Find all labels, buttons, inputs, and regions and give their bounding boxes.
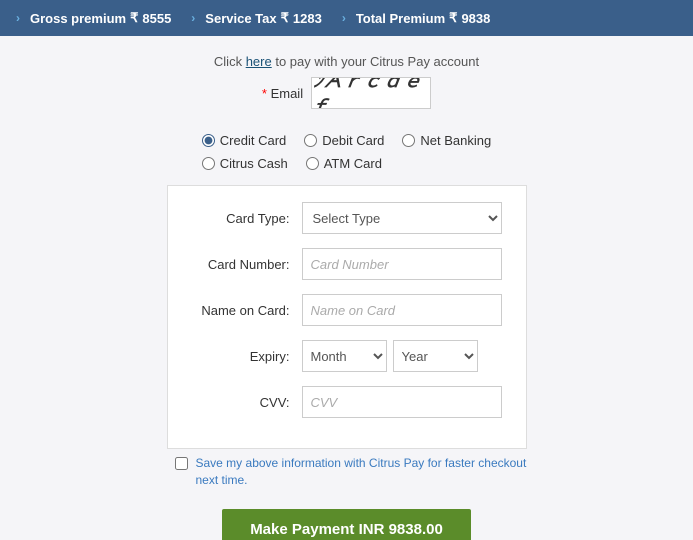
total-premium-currency: ₹ (449, 10, 457, 26)
card-type-label: Card Type: (192, 211, 302, 226)
name-on-card-input[interactable] (302, 294, 502, 326)
atm-card-radio[interactable] (306, 157, 319, 170)
top-bar: › Gross premium ₹ 8555 › Service Tax ₹ 1… (0, 0, 693, 36)
save-text: Save my above information with Citrus Pa… (196, 455, 527, 489)
citrus-cash-radio[interactable] (202, 157, 215, 170)
chevron-icon: › (16, 11, 20, 25)
service-tax-item: › Service Tax ₹ 1283 (191, 10, 342, 26)
card-type-row: Card Type: Select Type Visa MasterCard A… (192, 202, 502, 234)
net-banking-option[interactable]: Net Banking (402, 133, 491, 148)
card-number-input[interactable] (302, 248, 502, 280)
service-tax-label: Service Tax (205, 11, 276, 26)
total-premium-label: Total Premium (356, 11, 445, 26)
payment-options: Credit Card Debit Card Net Banking Citru… (202, 133, 491, 171)
credit-card-option[interactable]: Credit Card (202, 133, 286, 148)
service-tax-currency: ₹ (281, 10, 289, 26)
main-content: Click here to pay with your Citrus Pay a… (0, 36, 693, 540)
credit-card-radio[interactable] (202, 134, 215, 147)
debit-card-label: Debit Card (322, 133, 384, 148)
email-label: * Email (262, 86, 303, 101)
credit-card-label: Credit Card (220, 133, 286, 148)
captcha-image: ﾝᗅｒｃｄｅｆ (311, 77, 431, 109)
captcha-box: ﾝᗅｒｃｄｅｆ (311, 77, 431, 109)
here-link[interactable]: here (246, 54, 272, 69)
expiry-selects: Month 01 02 03 04 05 06 07 08 09 10 11 1… (302, 340, 478, 372)
email-label-text: Email (271, 86, 304, 101)
total-premium-item: › Total Premium ₹ 9838 (342, 10, 511, 26)
year-select[interactable]: Year 2024 2025 2026 2027 2028 2029 2030 (393, 340, 478, 372)
chevron-icon-2: › (191, 11, 195, 25)
debit-card-option[interactable]: Debit Card (304, 133, 384, 148)
service-tax-value: 1283 (293, 11, 322, 26)
card-form: Card Type: Select Type Visa MasterCard A… (167, 185, 527, 449)
month-select[interactable]: Month 01 02 03 04 05 06 07 08 09 10 11 1… (302, 340, 387, 372)
net-banking-label: Net Banking (420, 133, 491, 148)
chevron-icon-3: › (342, 11, 346, 25)
save-row: Save my above information with Citrus Pa… (167, 455, 527, 489)
total-premium-value: 9838 (461, 11, 490, 26)
debit-card-radio[interactable] (304, 134, 317, 147)
gross-premium-label: Gross premium (30, 11, 126, 26)
email-row: * Email ﾝᗅｒｃｄｅｆ (262, 77, 431, 109)
citrus-link-text: Click here to pay with your Citrus Pay a… (214, 54, 479, 69)
card-number-row: Card Number: (192, 248, 502, 280)
after-link-text: to pay with your Citrus Pay account (272, 54, 479, 69)
citrus-cash-label: Citrus Cash (220, 156, 288, 171)
gross-premium-currency: ₹ (130, 10, 138, 26)
net-banking-radio[interactable] (402, 134, 415, 147)
expiry-label: Expiry: (192, 349, 302, 364)
gross-premium-item: › Gross premium ₹ 8555 (16, 10, 191, 26)
card-type-select[interactable]: Select Type Visa MasterCard Amex (302, 202, 502, 234)
payment-radio-row-2: Citrus Cash ATM Card (202, 156, 382, 171)
name-on-card-label: Name on Card: (192, 303, 302, 318)
name-on-card-row: Name on Card: (192, 294, 502, 326)
make-payment-button[interactable]: Make Payment INR 9838.00 (222, 509, 471, 540)
gross-premium-value: 8555 (142, 11, 171, 26)
save-checkbox[interactable] (175, 457, 188, 470)
card-number-label: Card Number: (192, 257, 302, 272)
citrus-section: Click here to pay with your Citrus Pay a… (214, 54, 479, 109)
payment-radio-row-1: Credit Card Debit Card Net Banking (202, 133, 491, 148)
cvv-label: CVV: (192, 395, 302, 410)
expiry-row: Expiry: Month 01 02 03 04 05 06 07 08 09… (192, 340, 502, 372)
cvv-row: CVV: (192, 386, 502, 418)
cvv-input[interactable] (302, 386, 502, 418)
click-text: Click (214, 54, 246, 69)
atm-card-label: ATM Card (324, 156, 382, 171)
atm-card-option[interactable]: ATM Card (306, 156, 382, 171)
citrus-cash-option[interactable]: Citrus Cash (202, 156, 288, 171)
required-mark: * (262, 86, 267, 101)
